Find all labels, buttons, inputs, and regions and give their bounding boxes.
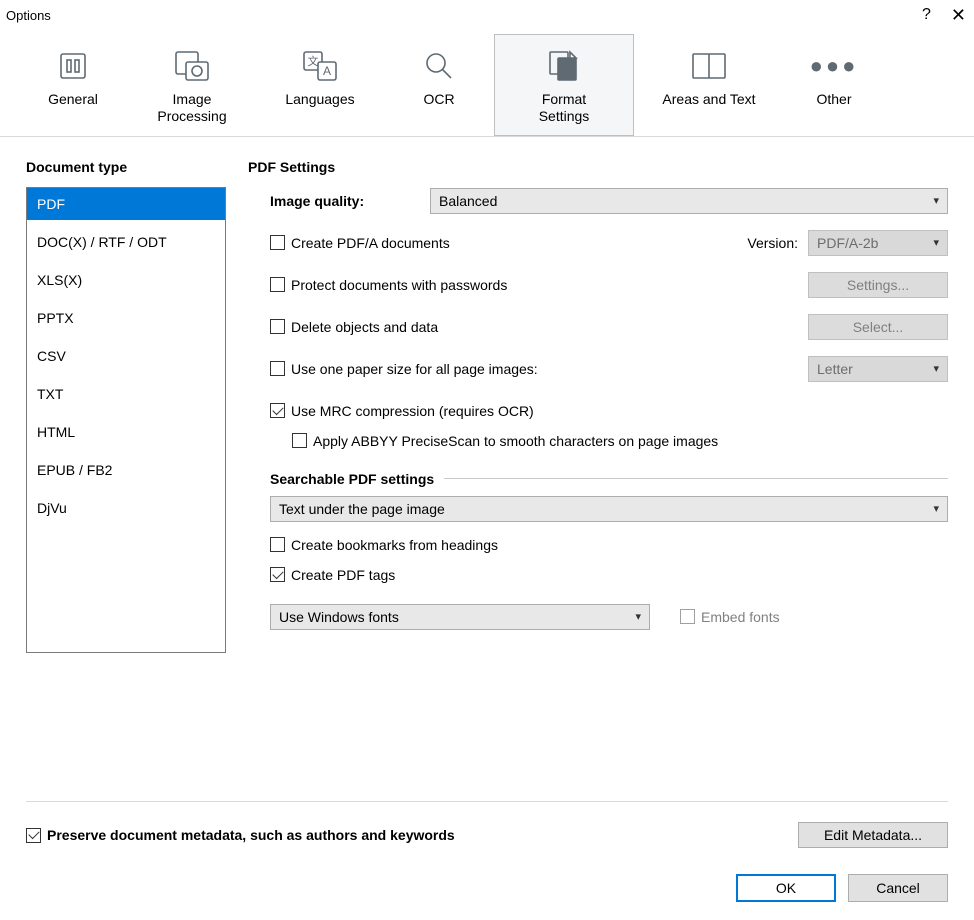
tab-image-processing[interactable]: Image Processing <box>128 34 256 136</box>
image-quality-label: Image quality: <box>270 193 430 209</box>
create-pdfa-label: Create PDF/A documents <box>291 235 450 251</box>
tab-label: Languages <box>285 91 354 108</box>
tab-general[interactable]: General <box>18 34 128 119</box>
chevron-down-icon: ▾ <box>933 502 939 515</box>
chevron-down-icon: ▾ <box>635 610 641 623</box>
format-settings-icon <box>544 43 584 89</box>
text-mode-combo[interactable]: Text under the page image ▾ <box>270 496 948 522</box>
chevron-down-icon: ▾ <box>933 236 939 249</box>
image-processing-icon <box>172 43 212 89</box>
doctype-pdf[interactable]: PDF <box>27 188 225 220</box>
tab-other[interactable]: ●●● Other <box>784 34 884 119</box>
separator <box>26 801 948 802</box>
languages-icon: 文A <box>300 43 340 89</box>
tab-strip: General Image Processing 文A Languages OC… <box>0 28 974 137</box>
chevron-down-icon: ▾ <box>933 362 939 375</box>
delete-objects-label: Delete objects and data <box>291 319 438 335</box>
pdf-tags-label: Create PDF tags <box>291 567 395 583</box>
tab-label: General <box>48 91 98 108</box>
ok-button[interactable]: OK <box>736 874 836 902</box>
svg-text:文: 文 <box>308 54 319 68</box>
create-pdfa-checkbox[interactable]: Create PDF/A documents <box>270 235 450 251</box>
delete-objects-checkbox[interactable]: Delete objects and data <box>270 319 438 335</box>
tab-ocr[interactable]: OCR <box>384 34 494 119</box>
doctype-djvu[interactable]: DjVu <box>27 492 225 524</box>
cancel-button[interactable]: Cancel <box>848 874 948 902</box>
paper-size-combo: Letter ▾ <box>808 356 948 382</box>
help-icon[interactable]: ? <box>922 6 931 24</box>
one-paper-size-label: Use one paper size for all page images: <box>291 361 538 377</box>
other-icon: ●●● <box>810 43 859 89</box>
tab-areas-and-text[interactable]: Areas and Text <box>634 34 784 119</box>
protect-passwords-checkbox[interactable]: Protect documents with passwords <box>270 277 507 293</box>
tab-format-settings[interactable]: Format Settings <box>494 34 634 136</box>
general-icon <box>55 43 91 89</box>
ocr-icon <box>421 43 457 89</box>
mrc-compression-checkbox[interactable]: Use MRC compression (requires OCR) <box>270 403 534 419</box>
doctype-docx[interactable]: DOC(X) / RTF / ODT <box>27 226 225 258</box>
close-icon[interactable]: ✕ <box>951 6 966 24</box>
fonts-combo[interactable]: Use Windows fonts ▾ <box>270 604 650 630</box>
version-combo: PDF/A-2b ▾ <box>808 230 948 256</box>
doctype-xlsx[interactable]: XLS(X) <box>27 264 225 296</box>
doctype-csv[interactable]: CSV <box>27 340 225 372</box>
edit-metadata-button[interactable]: Edit Metadata... <box>798 822 948 848</box>
one-paper-size-checkbox[interactable]: Use one paper size for all page images: <box>270 361 538 377</box>
areas-text-icon <box>689 43 729 89</box>
mrc-compression-label: Use MRC compression (requires OCR) <box>291 403 534 419</box>
select-objects-button: Select... <box>808 314 948 340</box>
tab-label: Areas and Text <box>662 91 755 108</box>
doctype-html[interactable]: HTML <box>27 416 225 448</box>
embed-fonts-label: Embed fonts <box>701 609 780 625</box>
version-label: Version: <box>747 235 798 251</box>
embed-fonts-checkbox: Embed fonts <box>680 609 780 625</box>
preserve-metadata-checkbox[interactable]: Preserve document metadata, such as auth… <box>26 827 455 843</box>
password-settings-button: Settings... <box>808 272 948 298</box>
document-type-list[interactable]: PDF DOC(X) / RTF / ODT XLS(X) PPTX CSV T… <box>26 187 226 653</box>
text-mode-value: Text under the page image <box>279 501 445 517</box>
bookmarks-checkbox[interactable]: Create bookmarks from headings <box>270 537 498 553</box>
image-quality-value: Balanced <box>439 193 497 209</box>
searchable-pdf-heading: Searchable PDF settings <box>270 471 434 487</box>
tab-label: Format Settings <box>539 91 590 125</box>
titlebar: Options ? ✕ <box>0 0 974 28</box>
tab-label: OCR <box>423 91 454 108</box>
image-quality-combo[interactable]: Balanced ▾ <box>430 188 948 214</box>
separator <box>444 478 948 479</box>
bookmarks-label: Create bookmarks from headings <box>291 537 498 553</box>
precisescan-label: Apply ABBYY PreciseScan to smooth charac… <box>313 433 718 449</box>
protect-passwords-label: Protect documents with passwords <box>291 277 507 293</box>
pdf-settings-heading: PDF Settings <box>248 159 948 175</box>
precisescan-checkbox[interactable]: Apply ABBYY PreciseScan to smooth charac… <box>292 433 718 449</box>
tab-languages[interactable]: 文A Languages <box>256 34 384 119</box>
fonts-value: Use Windows fonts <box>279 609 399 625</box>
doctype-pptx[interactable]: PPTX <box>27 302 225 334</box>
tab-label: Other <box>816 91 851 108</box>
svg-text:A: A <box>323 64 331 78</box>
paper-size-value: Letter <box>817 361 853 377</box>
document-type-heading: Document type <box>26 159 226 175</box>
doctype-txt[interactable]: TXT <box>27 378 225 410</box>
tab-label: Image Processing <box>157 91 226 125</box>
chevron-down-icon: ▾ <box>933 194 939 207</box>
window-title: Options <box>6 8 51 23</box>
pdf-tags-checkbox[interactable]: Create PDF tags <box>270 567 395 583</box>
version-value: PDF/A-2b <box>817 235 878 251</box>
preserve-metadata-label: Preserve document metadata, such as auth… <box>47 827 455 843</box>
doctype-epub[interactable]: EPUB / FB2 <box>27 454 225 486</box>
